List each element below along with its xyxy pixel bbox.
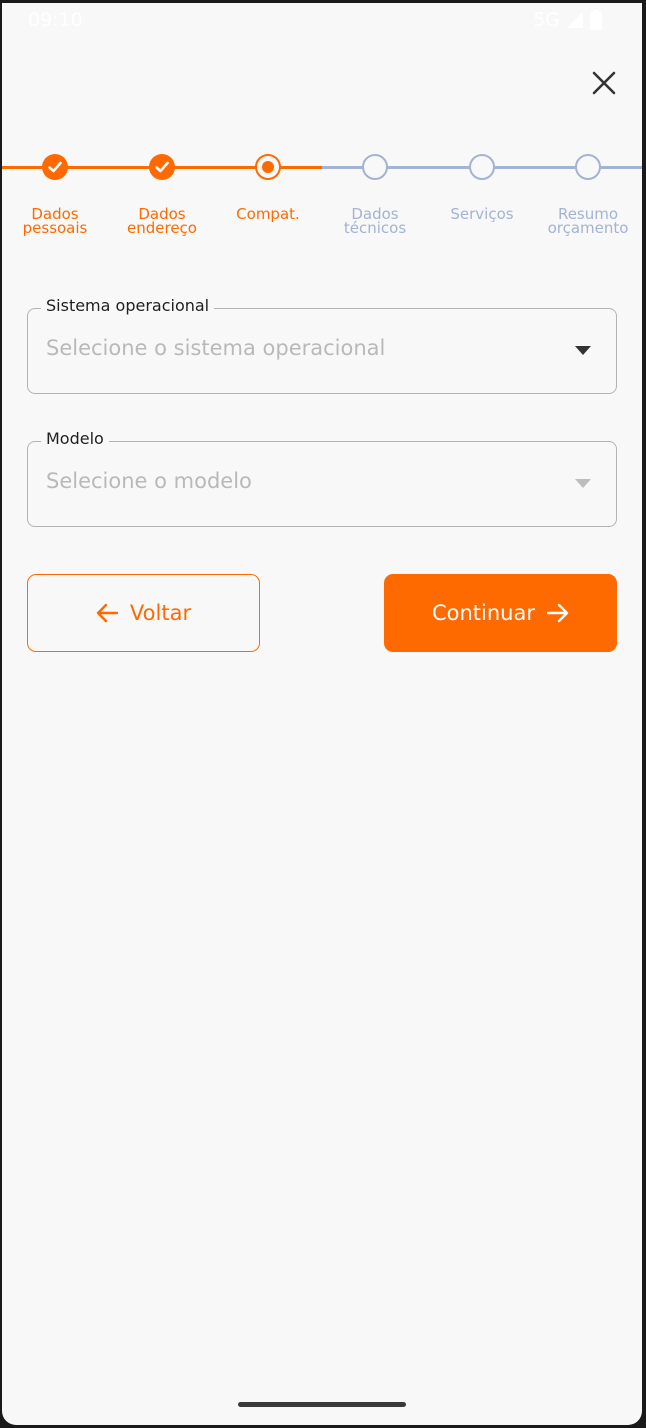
continue-button[interactable]: Continuar [384,574,617,652]
status-icons: 5G [533,9,602,31]
continue-button-label: Continuar [431,601,535,625]
step-2-label: Dados endereço [127,205,197,237]
step-5-indicator [469,154,495,180]
step-3-label: Compat. [236,205,300,223]
arrow-left-icon [96,603,118,623]
step-6-label: Resumo orçamento [547,205,629,237]
status-bar: 09:10 5G [2,3,642,39]
check-icon [155,161,169,173]
step-5-label: Serviços [450,205,514,223]
os-select[interactable]: Sistema operacional Selecione o sistema … [27,296,617,394]
os-select-label: Sistema operacional [41,296,215,315]
step-1-indicator [42,154,68,180]
back-button-label: Voltar [129,601,192,625]
back-button[interactable]: Voltar [27,574,260,652]
network-label: 5G [533,9,560,31]
step-6-indicator [575,154,601,180]
app-screen: 09:10 5G Dados pessoais Dados endereço C… [2,3,642,1425]
close-button[interactable] [586,65,622,101]
current-step-dot [262,161,274,173]
model-select-label: Modelo [41,429,109,448]
step-4-indicator [362,154,388,180]
status-time: 09:10 [28,9,83,31]
progress-stepper: Dados pessoais Dados endereço Compat. Dado… [2,151,642,251]
arrow-right-icon [547,603,569,623]
battery-icon [590,10,602,30]
signal-icon [567,12,583,28]
model-select-placeholder: Selecione o modelo [46,469,252,493]
os-select-placeholder: Selecione o sistema operacional [46,336,386,360]
chevron-down-icon [575,479,591,488]
step-2-indicator [149,154,175,180]
step-4-label: Dados técnicos [343,205,407,237]
step-1-label: Dados pessoais [22,205,88,237]
close-icon [592,71,616,95]
home-indicator[interactable] [238,1402,406,1407]
chevron-down-icon [575,346,591,355]
model-select[interactable]: Modelo Selecione o modelo [27,429,617,527]
check-icon [48,161,62,173]
step-3-indicator [255,154,281,180]
